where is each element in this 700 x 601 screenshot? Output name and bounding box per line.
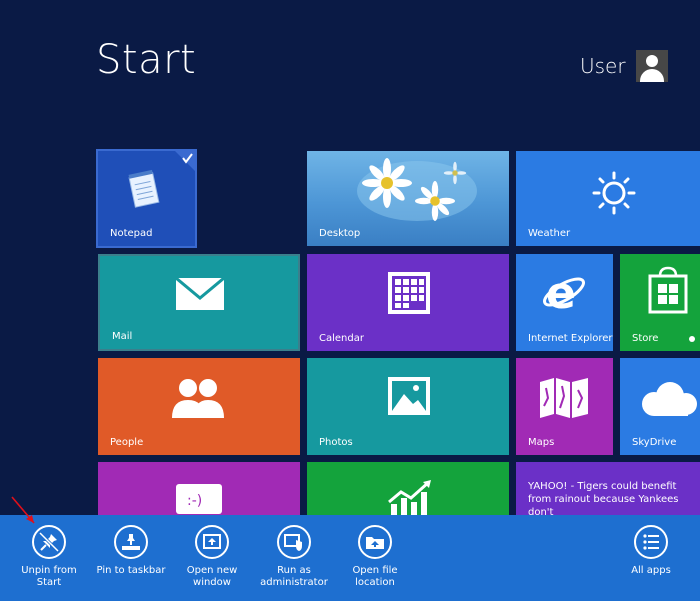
tile-internet-explorer[interactable]: e Internet Explorer [516, 254, 613, 351]
calendar-icon [388, 272, 430, 314]
tile-label: Notepad [110, 228, 153, 239]
unpin-label: Unpin from Start [21, 565, 77, 588]
tile-label: Maps [528, 437, 555, 448]
tile-photos[interactable]: Photos [307, 358, 509, 455]
live-tile-indicator-icon [689, 336, 695, 342]
tile-label: Store [632, 333, 659, 344]
tile-mail[interactable]: Mail [98, 254, 300, 351]
admin-shield-icon [277, 525, 311, 559]
internet-explorer-icon: e [543, 268, 585, 316]
open-new-window-button[interactable]: Open new window [178, 525, 246, 589]
check-icon [175, 151, 195, 171]
tile-news[interactable]: YAHOO! - Tigers could benefit from raino… [516, 462, 700, 515]
tile-weather[interactable]: Weather [516, 151, 700, 246]
tile-label: Weather [528, 228, 571, 239]
tile-label: Desktop [319, 228, 361, 239]
pin-taskbar-icon [114, 525, 148, 559]
user-name: User [580, 54, 626, 78]
run-admin-label-2: administrator [260, 577, 328, 588]
all-apps-label: All apps [631, 565, 671, 576]
cloud-icon [642, 382, 697, 416]
tile-store[interactable]: Store [620, 254, 700, 351]
unpin-icon [32, 525, 66, 559]
tile-label: Internet Explorer [528, 333, 613, 344]
notepad-icon [128, 169, 160, 208]
tile-messaging[interactable]: :-) [98, 462, 300, 515]
photos-icon [388, 377, 430, 415]
tile-label: Mail [112, 331, 133, 342]
tile-finance[interactable] [307, 462, 509, 515]
sun-icon [592, 171, 636, 215]
tile-label: People [110, 437, 144, 448]
news-headline: YAHOO! - Tigers could benefit from raino… [528, 481, 679, 515]
messaging-icon: :-) [176, 484, 222, 514]
new-window-label-1: Open new [186, 565, 238, 576]
tile-skydrive[interactable]: SkyDrive [620, 358, 700, 455]
user-account[interactable]: User [580, 50, 668, 82]
open-location-label-1: Open file [352, 565, 398, 576]
new-window-label-2: window [193, 577, 231, 588]
all-apps-icon [634, 525, 668, 559]
open-file-location-button[interactable]: Open file location [340, 525, 410, 589]
tile-notepad[interactable]: Notepad [96, 149, 197, 248]
tile-label: SkyDrive [632, 437, 677, 448]
pin-to-taskbar-button[interactable]: Pin to taskbar [94, 525, 168, 577]
start-title: Start [96, 37, 197, 83]
tile-maps[interactable]: Maps [516, 358, 613, 455]
tile-people[interactable]: People [98, 358, 300, 455]
unpin-from-start-button[interactable]: Unpin from Start [8, 525, 90, 589]
tile-label: Calendar [319, 333, 364, 344]
open-location-label-2: location [355, 577, 395, 588]
mail-icon [176, 278, 224, 310]
finance-chart-icon [388, 480, 431, 515]
store-bag-icon [648, 266, 688, 314]
app-bar: Unpin from Start Pin to taskbar Open new… [0, 515, 700, 601]
tile-desktop[interactable]: Desktop [307, 151, 509, 246]
avatar[interactable] [635, 50, 668, 82]
people-icon [172, 379, 224, 418]
maps-icon [540, 378, 588, 418]
tile-label: Photos [319, 437, 353, 448]
run-as-administrator-button[interactable]: Run as administrator [258, 525, 330, 589]
new-window-icon [195, 525, 229, 559]
svg-text::-): :-) [187, 493, 202, 509]
annotation-arrow-icon [11, 496, 35, 524]
tile-calendar[interactable]: Calendar [307, 254, 509, 351]
pin-taskbar-label: Pin to taskbar [96, 565, 166, 576]
run-admin-label-1: Run as [277, 565, 311, 576]
all-apps-button[interactable]: All apps [620, 525, 682, 577]
folder-icon [358, 525, 392, 559]
